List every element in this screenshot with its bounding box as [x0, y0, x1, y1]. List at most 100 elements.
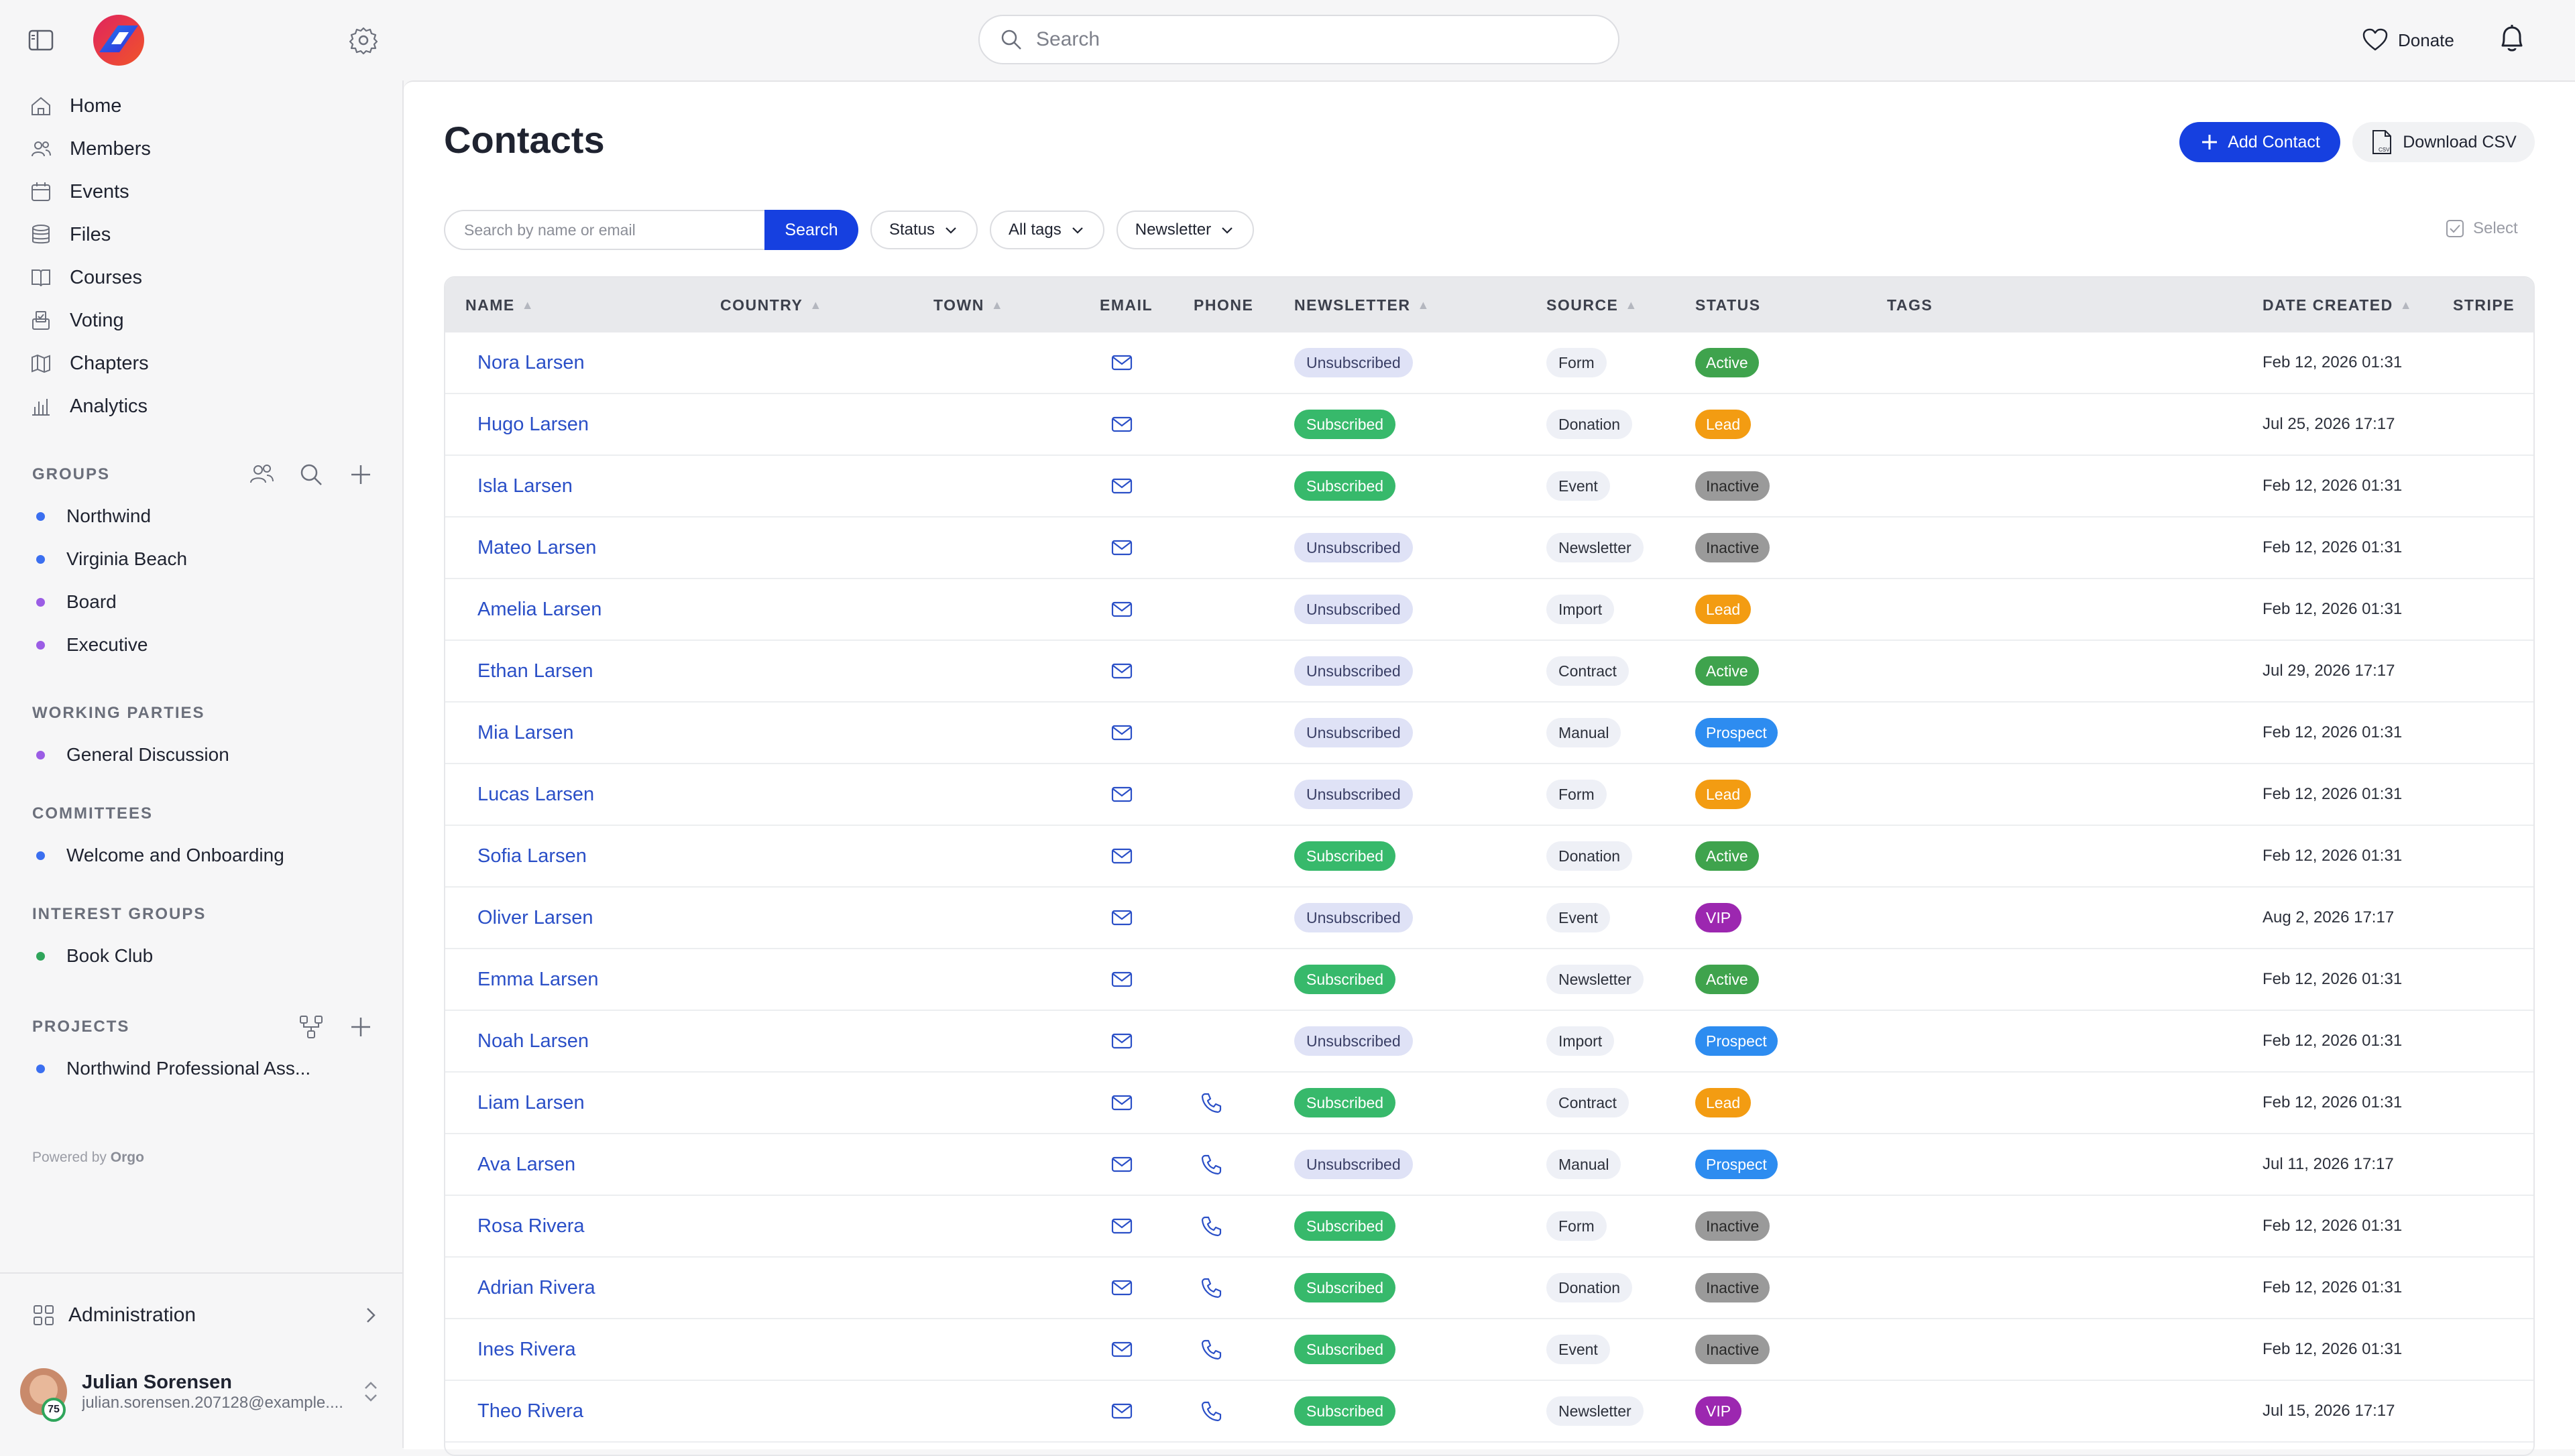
table-row[interactable]: Rosa Rivera Subscribed Form Inactive Feb…	[445, 1196, 2533, 1258]
email-icon[interactable]	[1110, 1216, 1133, 1236]
powered-by-brand[interactable]: Orgo	[111, 1150, 144, 1165]
global-search-input[interactable]	[1035, 27, 1574, 52]
sidebar-item-courses[interactable]: Courses	[0, 256, 402, 299]
table-row[interactable]: Hugo Larsen Subscribed Donation Lead Jul…	[445, 394, 2533, 456]
sidebar-item-northwind-professional-ass[interactable]: Northwind Professional Ass...	[0, 1047, 402, 1090]
global-search[interactable]	[978, 15, 1619, 64]
col-date-created[interactable]: DATE CREATED ▲	[2263, 278, 2413, 332]
sidebar-item-analytics[interactable]: Analytics	[0, 385, 402, 428]
sidebar-item-chapters[interactable]: Chapters	[0, 342, 402, 385]
sidebar-item-welcome-and-onboarding[interactable]: Welcome and Onboarding	[0, 834, 402, 877]
contact-name-link[interactable]: Isla Larsen	[477, 475, 573, 497]
table-row[interactable]: Ethan Larsen Unsubscribed Contract Activ…	[445, 641, 2533, 703]
bell-icon[interactable]	[2495, 21, 2529, 56]
sidebar-item-files[interactable]: Files	[0, 213, 402, 256]
phone-icon[interactable]	[1200, 1153, 1223, 1176]
email-icon[interactable]	[1110, 538, 1133, 558]
sidebar-toggle-icon[interactable]	[28, 29, 54, 51]
phone-icon[interactable]	[1200, 1338, 1223, 1361]
sidebar-item-virginia-beach[interactable]: Virginia Beach	[0, 538, 402, 581]
email-icon[interactable]	[1110, 969, 1133, 989]
table-row[interactable]: Mia Larsen Unsubscribed Manual Prospect …	[445, 703, 2533, 764]
email-icon[interactable]	[1110, 846, 1133, 866]
search-groups-icon[interactable]	[296, 460, 326, 489]
email-icon[interactable]	[1110, 1339, 1133, 1359]
table-row[interactable]: Adrian Rivera Subscribed Donation Inacti…	[445, 1258, 2533, 1319]
email-icon[interactable]	[1110, 1154, 1133, 1174]
email-icon[interactable]	[1110, 1278, 1133, 1298]
contact-search-button[interactable]: Search	[764, 210, 858, 250]
table-row[interactable]: Isla Larsen Subscribed Event Inactive Fe…	[445, 456, 2533, 518]
sidebar-item-board[interactable]: Board	[0, 581, 402, 623]
contact-name-link[interactable]: Ava Larsen	[477, 1154, 575, 1176]
email-icon[interactable]	[1110, 784, 1133, 804]
newsletter-filter[interactable]: Newsletter	[1116, 210, 1255, 249]
table-row[interactable]: Lucas Larsen Unsubscribed Form Lead Feb …	[445, 764, 2533, 826]
sidebar-item-home[interactable]: Home	[0, 84, 402, 127]
contact-name-link[interactable]: Sofia Larsen	[477, 845, 587, 867]
contact-search[interactable]	[444, 210, 764, 250]
contact-name-link[interactable]: Emma Larsen	[477, 969, 599, 991]
contact-name-link[interactable]: Ines Rivera	[477, 1339, 576, 1361]
email-icon[interactable]	[1110, 723, 1133, 743]
sidebar-item-book-club[interactable]: Book Club	[0, 934, 402, 977]
user-menu[interactable]: 75 Julian Sorensen julian.sorensen.20712…	[20, 1358, 382, 1425]
table-row[interactable]: Theo Rivera Subscribed Newsletter VIP Ju…	[445, 1381, 2533, 1443]
download-csv-button[interactable]: CSV Download CSV	[2352, 122, 2535, 162]
contact-name-link[interactable]: Adrian Rivera	[477, 1277, 595, 1299]
phone-icon[interactable]	[1200, 1091, 1223, 1114]
status-filter[interactable]: Status	[870, 210, 978, 249]
email-icon[interactable]	[1110, 661, 1133, 681]
email-icon[interactable]	[1110, 908, 1133, 928]
contact-name-link[interactable]: Lucas Larsen	[477, 784, 594, 806]
contact-name-link[interactable]: Ethan Larsen	[477, 660, 593, 682]
app-logo[interactable]	[90, 13, 148, 67]
phone-icon[interactable]	[1200, 1276, 1223, 1299]
contact-name-link[interactable]: Rosa Rivera	[477, 1215, 585, 1237]
select-toggle[interactable]: Select	[2445, 213, 2518, 244]
table-row[interactable]: Alice Rivera Unsubscribed Import VIP Feb…	[445, 1443, 2533, 1455]
contact-name-link[interactable]: Nora Larsen	[477, 352, 585, 374]
settings-gear-icon[interactable]	[349, 25, 378, 55]
email-icon[interactable]	[1110, 599, 1133, 619]
col-source[interactable]: SOURCE ▲	[1546, 278, 1638, 332]
add-project-icon[interactable]	[346, 1012, 376, 1042]
contact-name-link[interactable]: Noah Larsen	[477, 1030, 589, 1052]
add-group-icon[interactable]	[346, 460, 376, 489]
table-row[interactable]: Noah Larsen Unsubscribed Import Prospect…	[445, 1011, 2533, 1073]
sidebar-item-voting[interactable]: Voting	[0, 299, 402, 342]
group-members-icon[interactable]	[247, 460, 276, 489]
sidebar-item-general-discussion[interactable]: General Discussion	[0, 733, 402, 776]
table-row[interactable]: Ines Rivera Subscribed Event Inactive Fe…	[445, 1319, 2533, 1381]
table-row[interactable]: Emma Larsen Subscribed Newsletter Active…	[445, 949, 2533, 1011]
contact-name-link[interactable]: Mia Larsen	[477, 722, 573, 744]
table-row[interactable]: Oliver Larsen Unsubscribed Event VIP Aug…	[445, 888, 2533, 949]
email-icon[interactable]	[1110, 476, 1133, 496]
contact-name-link[interactable]: Theo Rivera	[477, 1400, 583, 1422]
add-contact-button[interactable]: Add Contact	[2179, 122, 2340, 162]
email-icon[interactable]	[1110, 414, 1133, 434]
table-row[interactable]: Amelia Larsen Unsubscribed Import Lead F…	[445, 579, 2533, 641]
contact-name-link[interactable]: Liam Larsen	[477, 1092, 585, 1114]
project-tree-icon[interactable]	[296, 1012, 326, 1042]
sidebar-item-executive[interactable]: Executive	[0, 623, 402, 666]
table-row[interactable]: Mateo Larsen Unsubscribed Newsletter Ina…	[445, 518, 2533, 579]
phone-icon[interactable]	[1200, 1215, 1223, 1237]
tags-filter[interactable]: All tags	[990, 210, 1104, 249]
table-row[interactable]: Sofia Larsen Subscribed Donation Active …	[445, 826, 2533, 888]
sidebar-item-events[interactable]: Events	[0, 170, 402, 213]
administration-link[interactable]: Administration	[32, 1296, 381, 1334]
contact-name-link[interactable]: Oliver Larsen	[477, 907, 593, 929]
phone-icon[interactable]	[1200, 1400, 1223, 1422]
email-icon[interactable]	[1110, 1401, 1133, 1421]
col-country[interactable]: COUNTRY ▲	[720, 278, 823, 332]
col-newsletter[interactable]: NEWSLETTER ▲	[1294, 278, 1430, 332]
sidebar-item-northwind[interactable]: Northwind	[0, 495, 402, 538]
col-name[interactable]: NAME ▲	[465, 278, 534, 332]
email-icon[interactable]	[1110, 1031, 1133, 1051]
donate-button[interactable]: Donate	[2362, 25, 2454, 55]
contact-search-input[interactable]	[463, 220, 747, 240]
col-town[interactable]: TOWN ▲	[933, 278, 1004, 332]
contact-name-link[interactable]: Amelia Larsen	[477, 599, 602, 621]
email-icon[interactable]	[1110, 353, 1133, 373]
